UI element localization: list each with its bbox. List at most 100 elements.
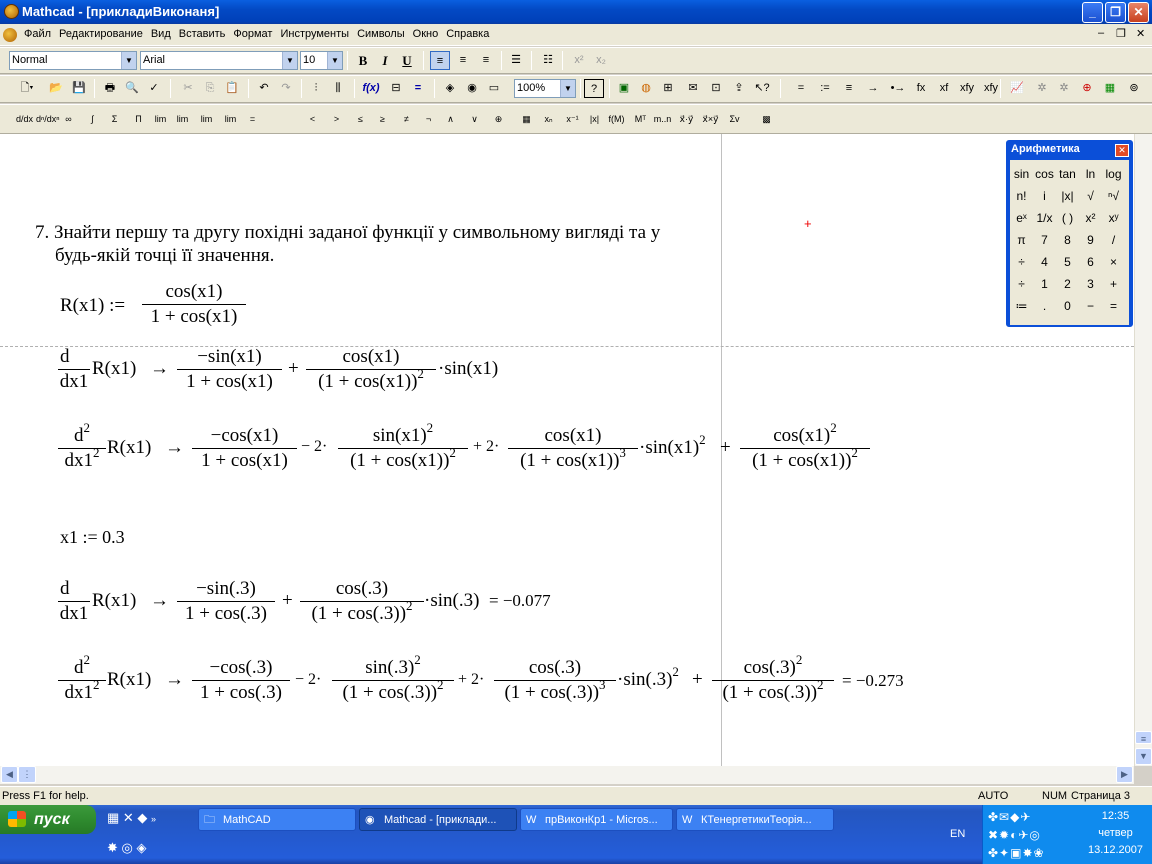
palette-key[interactable]: cos: [1033, 164, 1056, 185]
calculus-toolbar-icon[interactable]: x⁻¹: [562, 110, 583, 129]
palette-key[interactable]: 5: [1056, 252, 1079, 273]
publish-icon[interactable]: ⇪: [729, 79, 749, 98]
mathcad-web-icon[interactable]: ◍: [636, 79, 656, 98]
scroll-thumb[interactable]: ⋮: [18, 766, 36, 783]
quicklaunch-icons-row2[interactable]: ✸ ◎ ◈: [107, 840, 146, 856]
superscript-icon[interactable]: x²: [570, 51, 588, 70]
calculus-toolbar-icon[interactable]: >: [326, 110, 347, 129]
calculus-toolbar-icon[interactable]: x⃗·y⃗: [676, 110, 697, 129]
palette-key[interactable]: 1/x: [1033, 208, 1056, 229]
run-script-icon[interactable]: ◉: [462, 79, 482, 98]
style-combo[interactable]: Normal ▼: [9, 51, 137, 70]
menu-item-0[interactable]: Файл: [20, 24, 55, 45]
align-down-icon[interactable]: ⫼: [328, 79, 348, 98]
menu-item-7[interactable]: Окно: [409, 24, 443, 45]
menu-item-1[interactable]: Редактирование: [55, 24, 147, 45]
math-op-button[interactable]: fx: [910, 79, 932, 98]
calculus-toolbar-icon[interactable]: =: [242, 110, 263, 129]
symbolic-palette-icon[interactable]: ⊚: [1123, 79, 1145, 98]
palette-key[interactable]: ln: [1079, 164, 1102, 185]
calculus-toolbar-icon[interactable]: ▩: [756, 110, 777, 129]
calculus-toolbar-icon[interactable]: x⃗×y⃗: [700, 110, 721, 129]
palette-key[interactable]: 6: [1079, 252, 1102, 273]
scroll-left-icon[interactable]: ◀: [1, 766, 18, 783]
calculus-toolbar-icon[interactable]: ▦: [516, 110, 537, 129]
taskbar-item-word2[interactable]: W КТенергетикиТеорія...: [676, 808, 834, 831]
chevron-down-icon[interactable]: ▼: [282, 52, 297, 69]
calculus-toolbar-icon[interactable]: Π: [128, 110, 149, 129]
calculus-toolbar-icon[interactable]: ≠: [396, 110, 417, 129]
taskbar-item-word1[interactable]: WпрВиконКр1 - Micros...: [520, 808, 673, 831]
palette-key[interactable]: 3: [1079, 274, 1102, 295]
palette-key[interactable]: /: [1102, 230, 1125, 251]
math-op-button[interactable]: :=: [814, 79, 836, 98]
zoom-combo[interactable]: 100% ▼: [514, 79, 576, 98]
calculus-toolbar-icon[interactable]: lim: [196, 110, 217, 129]
menu-item-2[interactable]: Вид: [147, 24, 175, 45]
calculus-toolbar-icon[interactable]: d/dx: [14, 110, 35, 129]
new-document-icon[interactable]: 🗋▾: [12, 79, 42, 98]
palette-key[interactable]: √: [1079, 186, 1102, 207]
scroll-thumb[interactable]: ≡: [1135, 731, 1152, 744]
calculus-toolbar-icon[interactable]: ∨: [464, 110, 485, 129]
calculus-toolbar-icon[interactable]: lim: [172, 110, 193, 129]
palette-key[interactable]: =: [1102, 296, 1125, 317]
palette-key[interactable]: ( ): [1056, 208, 1079, 229]
open-folder-icon[interactable]: 📂: [46, 79, 66, 98]
palette-key[interactable]: ÷: [1010, 274, 1033, 295]
palette-close-icon[interactable]: ✕: [1115, 144, 1129, 157]
scroll-down-icon[interactable]: ▼: [1135, 748, 1152, 765]
palette-key[interactable]: 7: [1033, 230, 1056, 251]
arithmetic-palette[interactable]: Арифметика ✕ sin cos tan ln log n! i |x| √ ⁿ√ eˣ 1/…: [1006, 140, 1133, 327]
calculus-toolbar-icon[interactable]: lim: [220, 110, 241, 129]
insert-unit-icon[interactable]: ⊟: [386, 79, 406, 98]
math-op-button[interactable]: xf: [933, 79, 955, 98]
math-op-button[interactable]: xfy: [956, 79, 978, 98]
print-icon[interactable]: 🖶: [100, 79, 120, 98]
mdi-restore-button[interactable]: ❐: [1116, 27, 1126, 40]
numbering-icon[interactable]: ☷: [538, 51, 558, 70]
start-button[interactable]: пуск: [0, 805, 96, 834]
align-right-icon[interactable]: ≡: [476, 51, 496, 70]
undo-icon[interactable]: ↶: [254, 79, 274, 98]
bold-button[interactable]: B: [354, 51, 372, 70]
calculus-toolbar-icon[interactable]: ¬: [418, 110, 439, 129]
palette-key[interactable]: |x|: [1056, 186, 1079, 207]
calculus-toolbar-icon[interactable]: Mᵀ: [630, 110, 651, 129]
calculus-toolbar-icon[interactable]: |x|: [584, 110, 605, 129]
palette-key[interactable]: 0: [1056, 296, 1079, 317]
calculus-toolbar-icon[interactable]: xₙ: [538, 110, 559, 129]
clock[interactable]: 12:35 четвер 13.12.2007: [1078, 808, 1152, 859]
mdi-close-button[interactable]: ✕: [1136, 27, 1145, 40]
calculus-toolbar-icon[interactable]: ≤: [350, 110, 371, 129]
palette-key[interactable]: ≔: [1010, 296, 1033, 317]
insert-region-icon[interactable]: ▭: [484, 79, 504, 98]
copy-icon[interactable]: ⎘: [200, 79, 220, 98]
math-op-button[interactable]: xfy: [980, 79, 1002, 98]
palette-key[interactable]: 4: [1033, 252, 1056, 273]
whats-this-icon[interactable]: ↖?: [752, 79, 772, 98]
calculus-palette-icon[interactable]: ⊕: [1076, 79, 1098, 98]
underline-button[interactable]: U: [398, 51, 416, 70]
insert-component-icon[interactable]: ◈: [440, 79, 460, 98]
palette-key[interactable]: 2: [1056, 274, 1079, 295]
mdi-minimize-button[interactable]: –: [1098, 27, 1104, 39]
math-op-button[interactable]: =: [790, 79, 812, 98]
bullets-icon[interactable]: ☰: [506, 51, 526, 70]
resource-center-icon[interactable]: ▣: [614, 79, 634, 98]
taskbar-item-mathcad[interactable]: ◉ Mathcad - [приклади...: [359, 808, 517, 831]
font-size-combo[interactable]: 10 ▼: [300, 51, 343, 70]
calculus-toolbar-icon[interactable]: ≥: [372, 110, 393, 129]
chevron-down-icon[interactable]: ▼: [121, 52, 136, 69]
calculus-toolbar-icon[interactable]: ∞: [58, 110, 79, 129]
chevron-down-icon[interactable]: ▼: [560, 80, 575, 97]
palette-key[interactable]: π: [1010, 230, 1033, 251]
italic-button[interactable]: I: [376, 51, 394, 70]
horizontal-scrollbar[interactable]: ◀ ⋮ ▶: [0, 766, 1134, 784]
math-op-button[interactable]: ≡: [838, 79, 860, 98]
palette-key[interactable]: ×: [1102, 252, 1125, 273]
chevron-down-icon[interactable]: ▼: [327, 52, 342, 69]
palette-key[interactable]: 1: [1033, 274, 1056, 295]
evaluation-toolbar-icon[interactable]: ✲: [1053, 79, 1075, 98]
save-icon[interactable]: 💾: [69, 79, 89, 98]
